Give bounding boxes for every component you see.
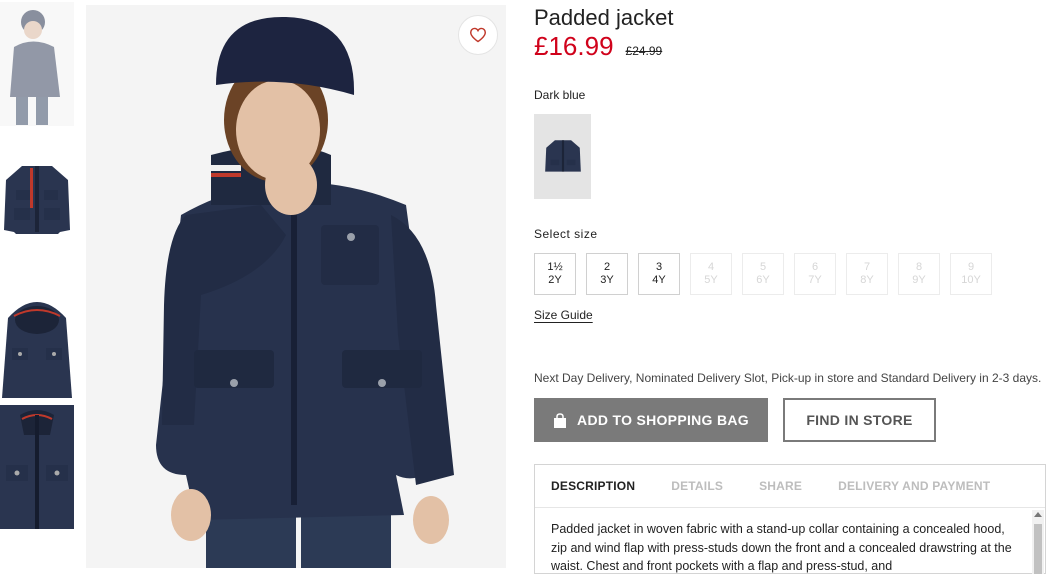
thumbnail-jacket-hood[interactable] <box>0 288 74 412</box>
size-option-year-label: 6Y <box>756 274 770 286</box>
size-option-age-label: 6 <box>811 261 819 273</box>
size-option-year-label: 9Y <box>912 274 926 286</box>
size-option: 8 9Y <box>898 253 940 295</box>
size-options: 1½ 2Y 2 3Y 3 4Y 4 5Y 5 6Y 6 7Y 7 8Y 8 9Y 9 10Y <box>534 253 1002 295</box>
size-option-age-label: 9 <box>967 261 975 273</box>
delivery-info: Next Day Delivery, Nominated Delivery Sl… <box>534 371 1042 385</box>
size-option[interactable]: 2 3Y <box>586 253 628 295</box>
size-option-age-label: 5 <box>759 261 767 273</box>
thumbnail-gallery <box>0 0 75 568</box>
scroll-up-icon[interactable] <box>1034 512 1042 517</box>
description-text: Padded jacket in woven fabric with a sta… <box>551 522 1012 573</box>
add-to-bag-label: ADD TO SHOPPING BAG <box>577 412 749 428</box>
size-option-year-label: 2Y <box>548 274 562 286</box>
size-option-year-label: 10Y <box>961 274 981 286</box>
size-option: 7 8Y <box>846 253 888 295</box>
tab-details[interactable]: DETAILS <box>671 479 723 493</box>
size-option-year-label: 5Y <box>704 274 718 286</box>
size-option-age-label: 4 <box>707 261 715 273</box>
info-tabs: DESCRIPTION DETAILS SHARE DELIVERY AND PAYM… <box>535 465 1045 508</box>
price-block: £16.99 £24.99 <box>534 31 662 62</box>
size-option[interactable]: 3 4Y <box>638 253 680 295</box>
size-option-age-label: 7 <box>863 261 871 273</box>
tab-share[interactable]: SHARE <box>759 479 802 493</box>
thumbnail-jacket-front[interactable] <box>0 150 74 274</box>
select-size-label: Select size <box>534 227 598 241</box>
shopping-bag-icon <box>553 412 567 428</box>
size-option: 6 7Y <box>794 253 836 295</box>
add-to-bag-button[interactable]: ADD TO SHOPPING BAG <box>534 398 768 442</box>
favorite-button[interactable] <box>458 15 498 55</box>
size-option: 5 6Y <box>742 253 784 295</box>
size-option-age-label: 1½ <box>547 261 563 273</box>
tab-description[interactable]: DESCRIPTION <box>551 479 635 493</box>
heart-icon <box>469 27 487 43</box>
color-name: Dark blue <box>534 88 586 102</box>
size-option-year-label: 3Y <box>600 274 614 286</box>
size-guide-link[interactable]: Size Guide <box>534 308 593 322</box>
size-option-age-label: 8 <box>915 261 923 273</box>
scroll-thumb[interactable] <box>1034 524 1042 574</box>
thumbnail-model-front[interactable] <box>0 2 74 126</box>
original-price: £24.99 <box>625 44 663 58</box>
size-option-year-label: 4Y <box>652 274 666 286</box>
product-info-panel: DESCRIPTION DETAILS SHARE DELIVERY AND PAYM… <box>534 464 1046 574</box>
swatch-jacket-image <box>544 139 581 172</box>
size-option: 4 5Y <box>690 253 732 295</box>
thumbnail-jacket-detail[interactable] <box>0 405 74 529</box>
size-option-age-label: 2 <box>603 261 611 273</box>
size-option: 9 10Y <box>950 253 992 295</box>
size-option[interactable]: 1½ 2Y <box>534 253 576 295</box>
product-title: Padded jacket <box>534 5 674 30</box>
find-in-store-button[interactable]: FIND IN STORE <box>783 398 936 442</box>
size-option-year-label: 7Y <box>808 274 822 286</box>
size-option-age-label: 3 <box>655 261 663 273</box>
main-product-image <box>86 5 506 568</box>
scrollbar[interactable] <box>1032 510 1044 574</box>
sale-price: £16.99 <box>534 31 614 61</box>
tab-delivery-and-payment[interactable]: DELIVERY AND PAYMENT <box>838 479 990 493</box>
size-option-year-label: 8Y <box>860 274 874 286</box>
color-swatch-dark-blue[interactable] <box>534 114 591 199</box>
